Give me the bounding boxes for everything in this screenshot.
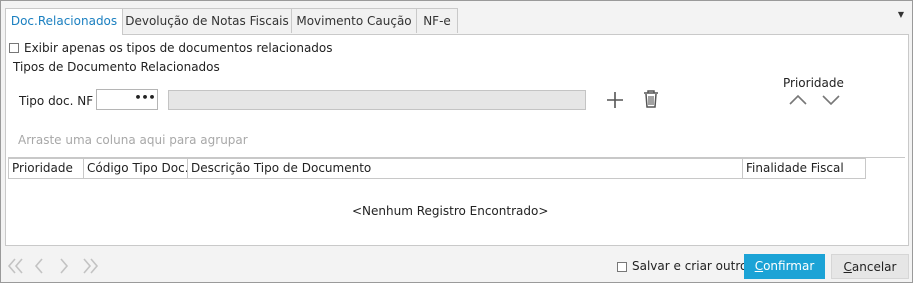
tab-devolucao-notas-fiscais[interactable]: Devolução de Notas Fiscais <box>122 8 292 33</box>
priority-label: Prioridade <box>783 76 844 90</box>
chevron-up-icon[interactable] <box>789 94 807 109</box>
confirm-accent: C <box>754 259 764 273</box>
first-page-icon[interactable] <box>7 258 25 277</box>
group-hint: Arraste uma coluna aqui para agrupar <box>18 133 248 147</box>
show-only-related-label: Exibir apenas os tipos de documentos rel… <box>24 41 333 55</box>
caret-down-icon[interactable]: ▼ <box>898 10 904 19</box>
tipo-doc-description-field <box>168 90 586 110</box>
last-page-icon[interactable] <box>81 258 99 277</box>
section-title: Tipos de Documento Relacionados <box>13 60 220 74</box>
trash-icon[interactable] <box>642 89 660 112</box>
empty-message: <Nenhum Registro Encontrado> <box>352 204 549 218</box>
cancel-rest: ancelar <box>851 260 897 274</box>
plus-icon[interactable] <box>605 90 625 113</box>
confirm-rest: onfirmar <box>763 259 815 273</box>
save-and-create-checkbox[interactable] <box>617 262 627 272</box>
tipo-doc-label: Tipo doc. NF <box>19 94 94 108</box>
chevron-down-icon[interactable] <box>822 94 840 109</box>
tab-movimento-caucao[interactable]: Movimento Caução <box>291 8 417 33</box>
grid-header: Prioridade Código Tipo Doc. Descrição Ti… <box>8 158 866 179</box>
tipo-doc-input[interactable]: ••• <box>96 89 158 110</box>
confirm-button[interactable]: Confirmar <box>744 254 825 279</box>
column-header-descricao[interactable]: Descrição Tipo de Documento <box>188 159 743 178</box>
column-header-finalidade[interactable]: Finalidade Fiscal <box>743 159 865 178</box>
show-only-related-checkbox[interactable] <box>9 43 19 53</box>
cancel-button[interactable]: Cancelar <box>831 254 909 279</box>
save-and-create-label: Salvar e criar outro <box>632 259 748 273</box>
next-page-icon[interactable] <box>58 258 70 277</box>
column-header-codigo[interactable]: Código Tipo Doc. <box>84 159 188 178</box>
dialog-window: Doc.Relacionados Devolução de Notas Fisc… <box>0 0 913 283</box>
prev-page-icon[interactable] <box>33 258 45 277</box>
tab-doc-relacionados[interactable]: Doc.Relacionados <box>5 8 123 35</box>
column-header-prioridade[interactable]: Prioridade <box>9 159 84 178</box>
lookup-button[interactable]: ••• <box>133 90 157 109</box>
cancel-accent: C <box>843 260 852 274</box>
tab-nfe[interactable]: NF-e <box>416 8 458 33</box>
